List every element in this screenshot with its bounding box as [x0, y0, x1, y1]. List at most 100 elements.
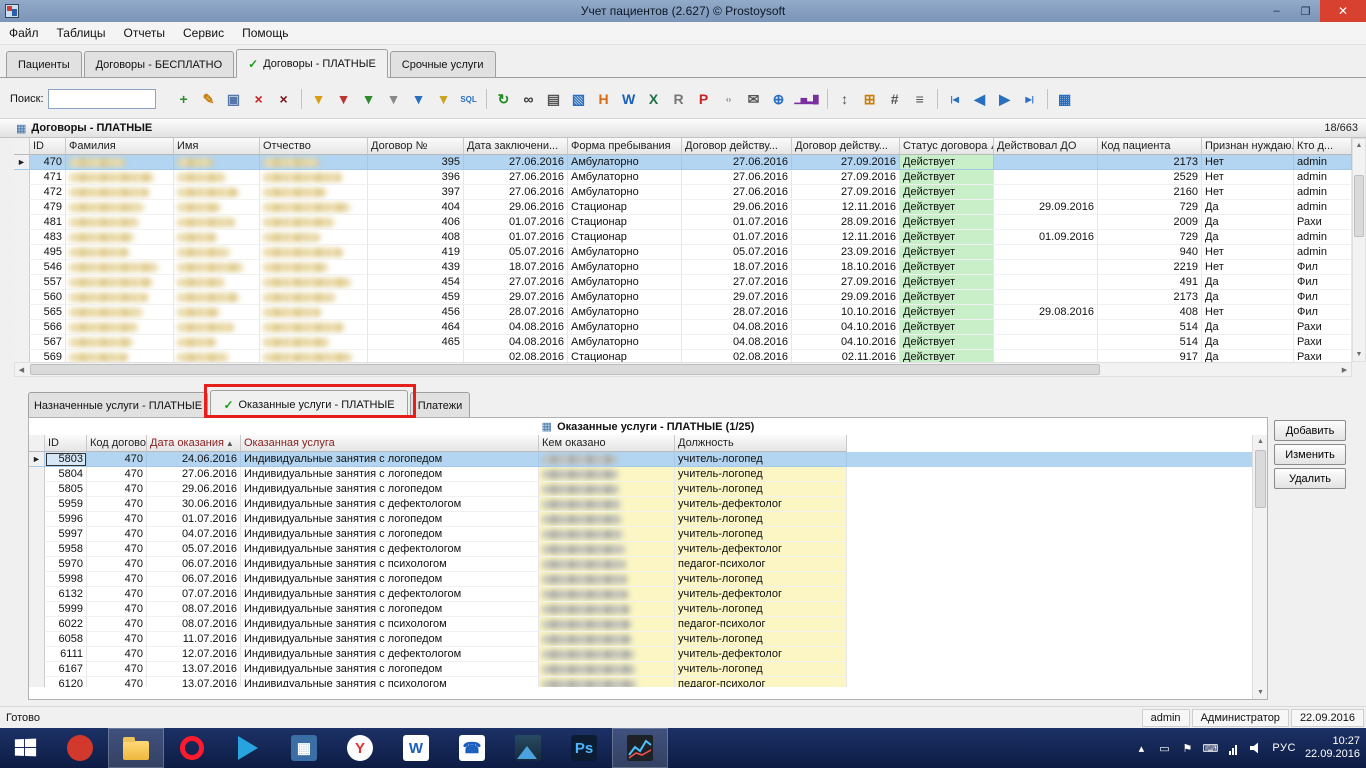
cell-service-name[interactable]: Индивидуальные занятия с логопедом: [241, 482, 539, 497]
filter-clear-icon[interactable]: ▼: [332, 87, 356, 111]
yandex-browser-icon[interactable]: Y: [332, 728, 388, 768]
cell-status[interactable]: Действует: [900, 200, 994, 215]
cell-position[interactable]: учитель-дефектолог: [675, 587, 847, 602]
cell-contract-code[interactable]: 470: [87, 452, 147, 467]
cell-firstname[interactable]: [174, 275, 260, 290]
cell-patronymic[interactable]: [260, 200, 368, 215]
cell-surname[interactable]: [66, 290, 174, 305]
cell-id[interactable]: 483: [30, 230, 66, 245]
cell-service-name[interactable]: Индивидуальные занятия с логопедом: [241, 527, 539, 542]
filter-advanced-icon[interactable]: ▼: [407, 87, 431, 111]
row-indicator[interactable]: [29, 512, 45, 527]
cell-stay-form[interactable]: Амбулаторно: [568, 260, 682, 275]
cell-patient-code[interactable]: 2173: [1098, 155, 1202, 170]
row-indicator[interactable]: [14, 350, 30, 362]
delete-record-icon[interactable]: ×: [247, 87, 271, 111]
cell-service-name[interactable]: Индивидуальные занятия с логопедом: [241, 512, 539, 527]
cell-patronymic[interactable]: [260, 305, 368, 320]
cell-contract-number[interactable]: 396: [368, 170, 464, 185]
services-table-row[interactable]: 612047013.07.2016Индивидуальные занятия …: [29, 677, 1267, 687]
cell-date-rendered[interactable]: 29.06.2016: [147, 482, 241, 497]
row-indicator[interactable]: [14, 245, 30, 260]
cell-needy[interactable]: Нет: [1202, 185, 1294, 200]
tray-expand-icon[interactable]: ▴: [1134, 741, 1148, 755]
service-tab-0[interactable]: Назначенные услуги - ПЛАТНЫЕ: [28, 392, 208, 418]
search-input[interactable]: [48, 89, 156, 109]
services-table-row[interactable]: 599947008.07.2016Индивидуальные занятия …: [29, 602, 1267, 617]
scroll-down-icon[interactable]: ▼: [1353, 348, 1365, 361]
row-indicator[interactable]: [14, 290, 30, 305]
row-indicator[interactable]: [29, 557, 45, 572]
cell-surname[interactable]: [66, 245, 174, 260]
cell-position[interactable]: учитель-логопед: [675, 602, 847, 617]
media-player-icon[interactable]: [220, 728, 276, 768]
cell-patronymic[interactable]: [260, 335, 368, 350]
cell-service-name[interactable]: Индивидуальные занятия с логопедом: [241, 602, 539, 617]
cell-id[interactable]: 565: [30, 305, 66, 320]
row-indicator[interactable]: [14, 275, 30, 290]
cell-id[interactable]: 560: [30, 290, 66, 305]
services-table-row[interactable]: 611147012.07.2016Индивидуальные занятия …: [29, 647, 1267, 662]
cell-id[interactable]: 472: [30, 185, 66, 200]
services-column-header-5[interactable]: Кем оказано: [539, 435, 675, 452]
services-table-row[interactable]: 580447027.06.2016Индивидуальные занятия …: [29, 467, 1267, 482]
cell-acted-until[interactable]: [994, 155, 1098, 170]
cell-id[interactable]: 6167: [45, 662, 87, 677]
cell-created-by[interactable]: Рахи: [1294, 215, 1352, 230]
services-column-header-4[interactable]: Оказанная услуга: [241, 435, 539, 452]
cell-rendered-by[interactable]: [539, 617, 675, 632]
nav-prev-icon[interactable]: ◀: [968, 87, 992, 111]
cell-date-rendered[interactable]: 07.07.2016: [147, 587, 241, 602]
cell-valid-to[interactable]: 23.09.2016: [792, 245, 900, 260]
cell-service-name[interactable]: Индивидуальные занятия с логопедом: [241, 662, 539, 677]
cell-patronymic[interactable]: [260, 170, 368, 185]
cell-id[interactable]: 546: [30, 260, 66, 275]
cell-firstname[interactable]: [174, 350, 260, 362]
minimize-button[interactable]: –: [1262, 0, 1291, 22]
cell-valid-to[interactable]: 27.09.2016: [792, 170, 900, 185]
cell-firstname[interactable]: [174, 260, 260, 275]
export-html-icon[interactable]: H: [592, 87, 616, 111]
opera-browser-icon[interactable]: [164, 728, 220, 768]
cell-acted-until[interactable]: [994, 320, 1098, 335]
cell-date-signed[interactable]: 27.06.2016: [464, 155, 568, 170]
scroll-up-icon[interactable]: ▲: [1353, 139, 1365, 152]
cell-contract-code[interactable]: 470: [87, 572, 147, 587]
cell-created-by[interactable]: Рахи: [1294, 350, 1352, 362]
close-button[interactable]: ✕: [1320, 0, 1366, 22]
contracts-table-row[interactable]: 55745427.07.2016Амбулаторно27.07.201627.…: [14, 275, 1352, 290]
cell-stay-form[interactable]: Амбулаторно: [568, 155, 682, 170]
cell-id[interactable]: 5998: [45, 572, 87, 587]
taskbar-app-red-circle-icon[interactable]: [52, 728, 108, 768]
cell-date-rendered[interactable]: 24.06.2016: [147, 452, 241, 467]
cell-service-name[interactable]: Индивидуальные занятия с дефектологом: [241, 647, 539, 662]
cell-patient-code[interactable]: 2160: [1098, 185, 1202, 200]
row-indicator[interactable]: ►: [29, 452, 45, 467]
cell-id[interactable]: 479: [30, 200, 66, 215]
cell-date-rendered[interactable]: 08.07.2016: [147, 617, 241, 632]
contracts-table-row[interactable]: 56746504.08.2016Амбулаторно04.08.201604.…: [14, 335, 1352, 350]
cell-contract-code[interactable]: 470: [87, 617, 147, 632]
cell-position[interactable]: учитель-логопед: [675, 632, 847, 647]
row-indicator[interactable]: [29, 602, 45, 617]
cell-valid-to[interactable]: 27.09.2016: [792, 185, 900, 200]
cell-firstname[interactable]: [174, 290, 260, 305]
cell-firstname[interactable]: [174, 305, 260, 320]
cell-status[interactable]: Действует: [900, 335, 994, 350]
cell-created-by[interactable]: admin: [1294, 230, 1352, 245]
cell-surname[interactable]: [66, 155, 174, 170]
cell-date-signed[interactable]: 04.08.2016: [464, 335, 568, 350]
cell-surname[interactable]: [66, 185, 174, 200]
menu-service[interactable]: Сервис: [174, 23, 233, 43]
scroll-left-icon[interactable]: ◀: [15, 363, 28, 376]
row-indicator[interactable]: [14, 230, 30, 245]
cell-patronymic[interactable]: [260, 230, 368, 245]
cell-date-signed[interactable]: 27.06.2016: [464, 185, 568, 200]
cell-status[interactable]: Действует: [900, 275, 994, 290]
cell-valid-to[interactable]: 12.11.2016: [792, 230, 900, 245]
cell-needy[interactable]: Да: [1202, 320, 1294, 335]
cell-stay-form[interactable]: Стационар: [568, 350, 682, 362]
contracts-column-header-12[interactable]: Код пациента: [1098, 138, 1202, 155]
scroll-thumb[interactable]: [30, 364, 1100, 375]
cell-rendered-by[interactable]: [539, 677, 675, 687]
